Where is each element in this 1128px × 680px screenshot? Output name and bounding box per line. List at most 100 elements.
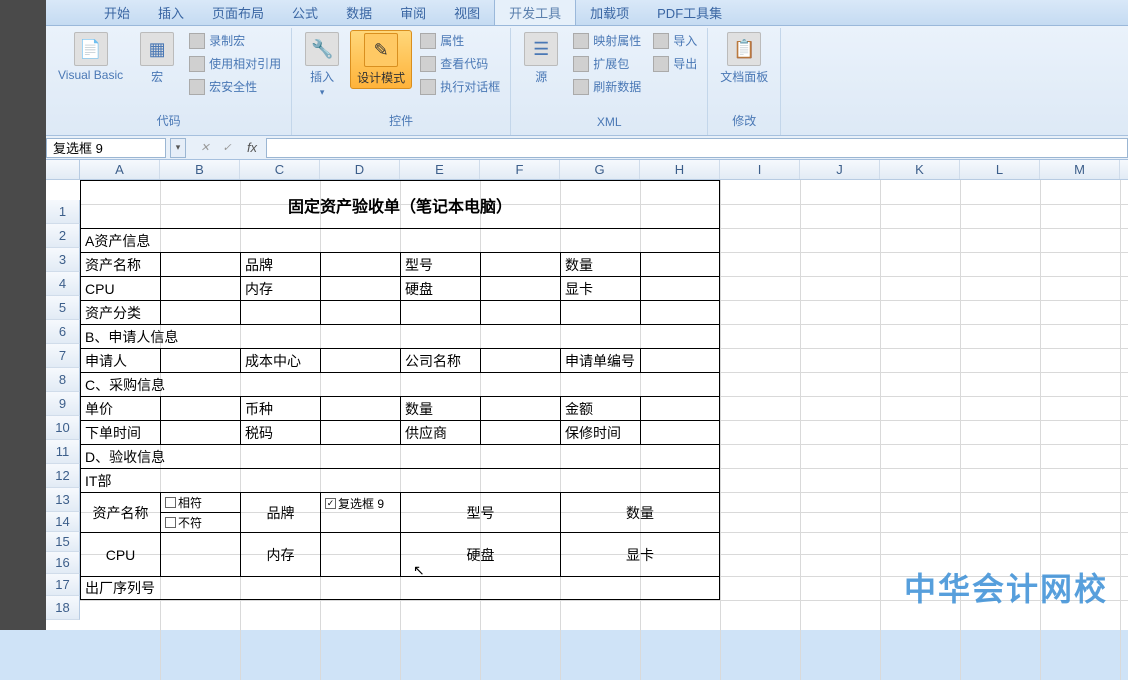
name-box-dropdown[interactable]: ▾ — [170, 138, 186, 158]
form-cell — [481, 253, 561, 276]
name-box[interactable]: 复选框 9 — [46, 138, 166, 158]
row-header[interactable]: 3 — [46, 248, 80, 272]
gpu-label: 显卡 — [561, 533, 720, 576]
macro-security-button[interactable]: 宏安全性 — [185, 76, 285, 97]
dialog-icon — [420, 79, 436, 95]
form-cell: 数量 — [561, 253, 641, 276]
col-h[interactable]: H — [640, 160, 720, 179]
form-cell: 金额 — [561, 397, 641, 420]
tab-data[interactable]: 数据 — [332, 0, 386, 25]
confirm-icon[interactable]: ✓ — [220, 138, 234, 158]
row-header[interactable]: 6 — [46, 320, 80, 344]
row-header[interactable]: 8 — [46, 368, 80, 392]
tab-pdf[interactable]: PDF工具集 — [643, 0, 736, 25]
row-header[interactable]: 16 — [46, 552, 80, 574]
section-d: D、验收信息 — [81, 445, 720, 468]
row-header[interactable]: 5 — [46, 296, 80, 320]
col-j[interactable]: J — [800, 160, 880, 179]
tab-developer[interactable]: 开发工具 — [494, 0, 576, 25]
doc-panel-label: 文档面板 — [720, 68, 768, 85]
row-header[interactable]: 10 — [46, 416, 80, 440]
properties-button[interactable]: 属性 — [416, 30, 504, 51]
form-cell: 资产名称 — [81, 253, 161, 276]
design-mode-button[interactable]: ✎ 设计模式 — [350, 30, 412, 89]
checkbox-9[interactable]: 复选框 9 — [321, 493, 384, 513]
form-cell — [161, 397, 241, 420]
row-header[interactable]: 11 — [46, 440, 80, 464]
chevron-down-icon: ▾ — [320, 87, 325, 98]
import-button[interactable]: 导入 — [649, 30, 701, 51]
form-cell: 显卡 — [561, 277, 641, 300]
formula-input[interactable] — [266, 138, 1128, 158]
row-header[interactable]: 18 — [46, 596, 80, 620]
col-i[interactable]: I — [720, 160, 800, 179]
row-header[interactable]: 7 — [46, 344, 80, 368]
tab-layout[interactable]: 页面布局 — [198, 0, 278, 25]
group-xml-label: XML — [517, 113, 701, 133]
col-c[interactable]: C — [240, 160, 320, 179]
relative-ref-button[interactable]: 使用相对引用 — [185, 53, 285, 74]
visual-basic-button[interactable]: 📄 Visual Basic — [52, 30, 129, 84]
tab-review[interactable]: 审阅 — [386, 0, 440, 25]
row-header[interactable]: 17 — [46, 574, 80, 596]
expand-pkg-button[interactable]: 扩展包 — [569, 53, 645, 74]
fx-icon[interactable]: fx — [242, 138, 262, 158]
col-b[interactable]: B — [160, 160, 240, 179]
column-headers: A B C D E F G H I J K L M — [46, 160, 1128, 180]
form-cell — [161, 277, 241, 300]
record-macro-button[interactable]: 录制宏 — [185, 30, 285, 51]
col-e[interactable]: E — [400, 160, 480, 179]
export-icon — [653, 56, 669, 72]
col-k[interactable]: K — [880, 160, 960, 179]
row-header[interactable]: 4 — [46, 272, 80, 296]
serial-label: 出厂序列号 — [81, 577, 720, 599]
group-code: 📄 Visual Basic ▦ 宏 录制宏 使用相对引用 宏安全性 代码 — [46, 28, 292, 135]
form-cell — [321, 253, 401, 276]
row-header[interactable]: 12 — [46, 464, 80, 488]
group-modify: 📋 文档面板 修改 — [708, 28, 781, 135]
cancel-icon[interactable]: ✕ — [198, 138, 212, 158]
worksheet[interactable]: A B C D E F G H I J K L M 12345678910111… — [46, 160, 1128, 630]
row-header[interactable]: 15 — [46, 532, 80, 552]
checkbox-match[interactable]: 相符 — [161, 493, 240, 513]
relative-icon — [189, 56, 205, 72]
form-cell: 硬盘 — [401, 277, 481, 300]
select-all-corner[interactable] — [46, 160, 80, 179]
form-cell — [161, 301, 241, 324]
form-cell: 下单时间 — [81, 421, 161, 444]
group-controls: 🔧 插入 ▾ ✎ 设计模式 属性 查看代码 执行对话框 控件 — [292, 28, 511, 135]
col-a[interactable]: A — [80, 160, 160, 179]
form-cell: 供应商 — [401, 421, 481, 444]
view-code-button[interactable]: 查看代码 — [416, 53, 504, 74]
form-cell — [401, 301, 481, 324]
col-d[interactable]: D — [320, 160, 400, 179]
doc-panel-button[interactable]: 📋 文档面板 — [714, 30, 774, 87]
row-header[interactable]: 13 — [46, 488, 80, 512]
col-l[interactable]: L — [960, 160, 1040, 179]
map-props-button[interactable]: 映射属性 — [569, 30, 645, 51]
row-header[interactable]: 14 — [46, 512, 80, 532]
tab-formulas[interactable]: 公式 — [278, 0, 332, 25]
checkbox-icon — [165, 497, 176, 508]
row-header[interactable]: 1 — [46, 200, 80, 224]
tab-view[interactable]: 视图 — [440, 0, 494, 25]
tab-addins[interactable]: 加载项 — [576, 0, 643, 25]
insert-button[interactable]: 🔧 插入 ▾ — [298, 30, 346, 100]
col-g[interactable]: G — [560, 160, 640, 179]
form-cell: 数量 — [401, 397, 481, 420]
macro-button[interactable]: ▦ 宏 — [133, 30, 181, 87]
row-header[interactable]: 2 — [46, 224, 80, 248]
form-cell — [321, 301, 401, 324]
pkg-icon — [573, 56, 589, 72]
tab-home[interactable]: 开始 — [90, 0, 144, 25]
row-header[interactable]: 9 — [46, 392, 80, 416]
tab-insert[interactable]: 插入 — [144, 0, 198, 25]
run-dialog-button[interactable]: 执行对话框 — [416, 76, 504, 97]
checkbox-nomatch[interactable]: 不符 — [161, 513, 240, 532]
xml-source-button[interactable]: ☰ 源 — [517, 30, 565, 87]
form-cell — [321, 421, 401, 444]
col-f[interactable]: F — [480, 160, 560, 179]
export-button[interactable]: 导出 — [649, 53, 701, 74]
refresh-data-button[interactable]: 刷新数据 — [569, 76, 645, 97]
col-m[interactable]: M — [1040, 160, 1120, 179]
